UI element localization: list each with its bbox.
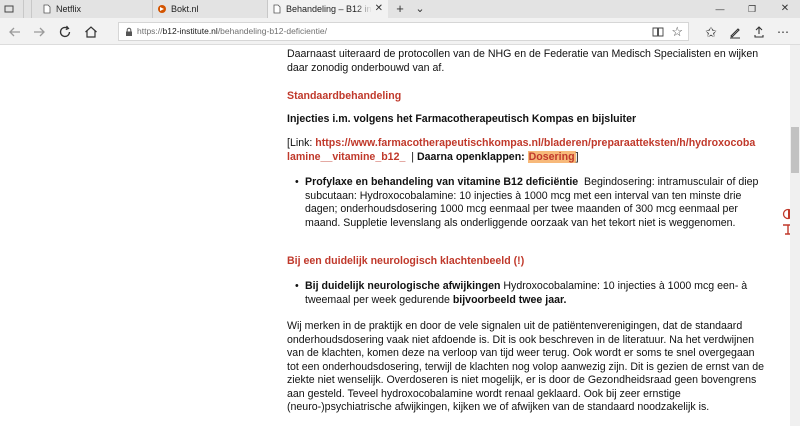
- body-paragraph: Wij merken in de praktijk en door de vel…: [287, 320, 765, 413]
- url-domain: b12-institute.nl: [162, 26, 218, 36]
- tab-fade: [356, 0, 372, 18]
- vertical-scrollbar[interactable]: [790, 45, 800, 426]
- link-separator: |: [405, 150, 417, 163]
- page-icon: [273, 4, 281, 14]
- favorites-icon[interactable]: ✩: [702, 23, 720, 41]
- tab-preview-icon: [4, 5, 14, 13]
- tab-bar: Netflix Bokt.nl Behandeling – B12 insti …: [0, 0, 800, 18]
- tab-aside-button[interactable]: [24, 0, 32, 18]
- bokt-icon: [158, 5, 166, 13]
- url-prefix: https://: [137, 26, 163, 36]
- favorite-star-icon[interactable]: ☆: [671, 23, 683, 40]
- new-tab-button[interactable]: +: [392, 0, 408, 18]
- text-size-icon[interactable]: [782, 223, 790, 235]
- dosering-highlight: Dosering: [527, 150, 576, 163]
- share-arrow-icon: [754, 26, 764, 38]
- bullet2-title: Bij duidelijk neurologische afwijkingen: [305, 280, 501, 292]
- refresh-icon[interactable]: [56, 23, 74, 41]
- list-item: • Profylaxe en behandeling van vitamine …: [295, 176, 760, 230]
- link-paragraph: [Link: https://www.farmacotherapeutischk…: [287, 137, 757, 164]
- heading-injecties: Injecties i.m. volgens het Farmacotherap…: [287, 113, 637, 125]
- lock-icon[interactable]: [124, 27, 134, 37]
- share-icon[interactable]: [750, 23, 768, 41]
- tab-label: Netflix: [56, 4, 82, 14]
- heading-neurologisch: Bij een duidelijk neurologisch klachtenb…: [287, 255, 525, 267]
- pen-icon: [730, 28, 740, 39]
- bullet-dot: •: [295, 176, 299, 188]
- minimize-button[interactable]: —: [705, 0, 735, 18]
- tab-bokt[interactable]: Bokt.nl: [153, 0, 268, 18]
- home-icon[interactable]: [82, 23, 100, 41]
- bullet1-title: Profylaxe en behandeling van vitamine B1…: [305, 176, 579, 188]
- scrollbar-thumb[interactable]: [791, 127, 799, 173]
- hub-icon[interactable]: [726, 23, 744, 41]
- list-item: • Bij duidelijk neurologische afwijkinge…: [295, 280, 760, 307]
- tab-list-button[interactable]: ⌄: [412, 0, 428, 18]
- open-instruction: Daarna openklappen:: [416, 150, 528, 163]
- navigation-bar: https://b12-institute.nl/behandeling-b12…: [0, 18, 800, 45]
- close-icon[interactable]: ✕: [375, 0, 383, 18]
- bullet2-duration: bijvoorbeeld twee jaar.: [452, 293, 567, 306]
- more-menu-icon[interactable]: ⋯: [774, 23, 792, 41]
- tab-netflix[interactable]: Netflix: [38, 0, 153, 18]
- bullet-dot: •: [295, 280, 299, 292]
- back-arrow-icon[interactable]: [6, 23, 24, 41]
- url-path: /behandeling-b12-deficientie/: [217, 26, 327, 36]
- forward-arrow-icon[interactable]: [30, 23, 48, 41]
- reading-view-icon[interactable]: [652, 26, 664, 38]
- link-suffix: ]: [575, 150, 579, 163]
- page-viewport: Daarnaast uiteraard de protocollen van d…: [0, 45, 790, 426]
- tab-group-button[interactable]: [0, 0, 24, 18]
- page-icon: [43, 4, 51, 14]
- url-text[interactable]: https://b12-institute.nl/behandeling-b12…: [137, 23, 327, 40]
- tab-label: Bokt.nl: [171, 4, 199, 14]
- intro-paragraph: Daarnaast uiteraard de protocollen van d…: [287, 48, 759, 74]
- heading-standaardbehandeling: Standaardbehandeling: [287, 90, 402, 102]
- link-prefix: [Link:: [287, 137, 316, 149]
- window-close-button[interactable]: ✕: [770, 0, 800, 18]
- address-bar[interactable]: https://b12-institute.nl/behandeling-b12…: [118, 22, 689, 41]
- contrast-icon[interactable]: [782, 208, 790, 220]
- tab-behandeling[interactable]: Behandeling – B12 insti ✕: [268, 0, 388, 18]
- maximize-button[interactable]: ❐: [737, 0, 767, 18]
